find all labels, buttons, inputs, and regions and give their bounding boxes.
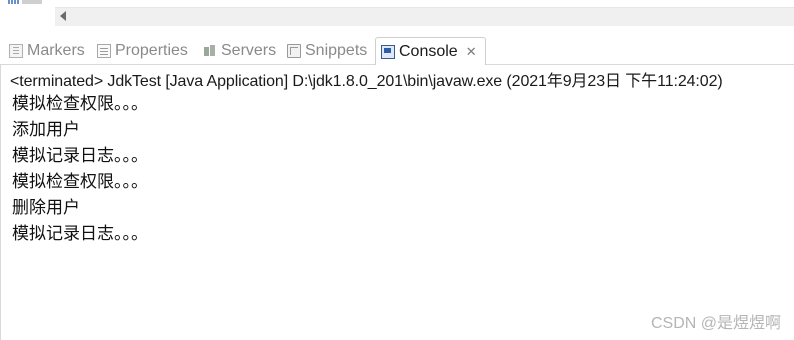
output-line: 模拟检查权限。。。: [12, 172, 148, 192]
output-line: 删除用户: [12, 198, 80, 218]
properties-icon: [97, 44, 111, 58]
tab-properties[interactable]: Properties: [97, 40, 188, 62]
editor-tab-stub: [22, 0, 42, 4]
output-line: 模拟记录日志。。。: [12, 224, 148, 244]
close-icon[interactable]: ✕: [466, 44, 477, 60]
servers-icon: [203, 44, 217, 58]
editor-area: [0, 0, 794, 34]
tab-properties-label: Properties: [115, 42, 188, 59]
console-output-area[interactable]: <terminated> JdkTest [Java Application] …: [0, 65, 794, 340]
output-line: 模拟记录日志。。。: [12, 146, 148, 166]
tab-console[interactable]: Console ✕: [375, 37, 486, 67]
eclipse-console-view: Markers Properties Servers Snippets Cons…: [0, 0, 794, 340]
output-line: 添加用户: [12, 120, 80, 140]
tab-markers[interactable]: Markers: [9, 40, 85, 62]
horizontal-scrollbar[interactable]: [55, 7, 794, 26]
console-icon: [381, 45, 395, 59]
output-line: 模拟检查权限。。。: [12, 94, 148, 114]
editor-file-icon: [8, 0, 20, 4]
console-output-lines: 模拟检查权限。。。 添加用户 模拟记录日志。。。 模拟检查权限。。。 删除用户 …: [12, 91, 148, 247]
tab-servers[interactable]: Servers: [203, 40, 276, 62]
tab-servers-label: Servers: [221, 42, 277, 59]
tab-markers-label: Markers: [27, 42, 85, 59]
snippets-icon: [287, 44, 301, 58]
tab-console-label: Console: [399, 43, 458, 60]
process-status-line: <terminated> JdkTest [Java Application] …: [10, 73, 723, 90]
tab-snippets-label: Snippets: [305, 42, 368, 59]
markers-icon: [9, 44, 23, 58]
view-tab-bar: Markers Properties Servers Snippets Cons…: [0, 34, 794, 67]
scroll-left-arrow-icon[interactable]: [60, 11, 66, 21]
tab-snippets[interactable]: Snippets: [287, 40, 367, 62]
watermark: CSDN @是煜煜啊: [650, 315, 781, 332]
